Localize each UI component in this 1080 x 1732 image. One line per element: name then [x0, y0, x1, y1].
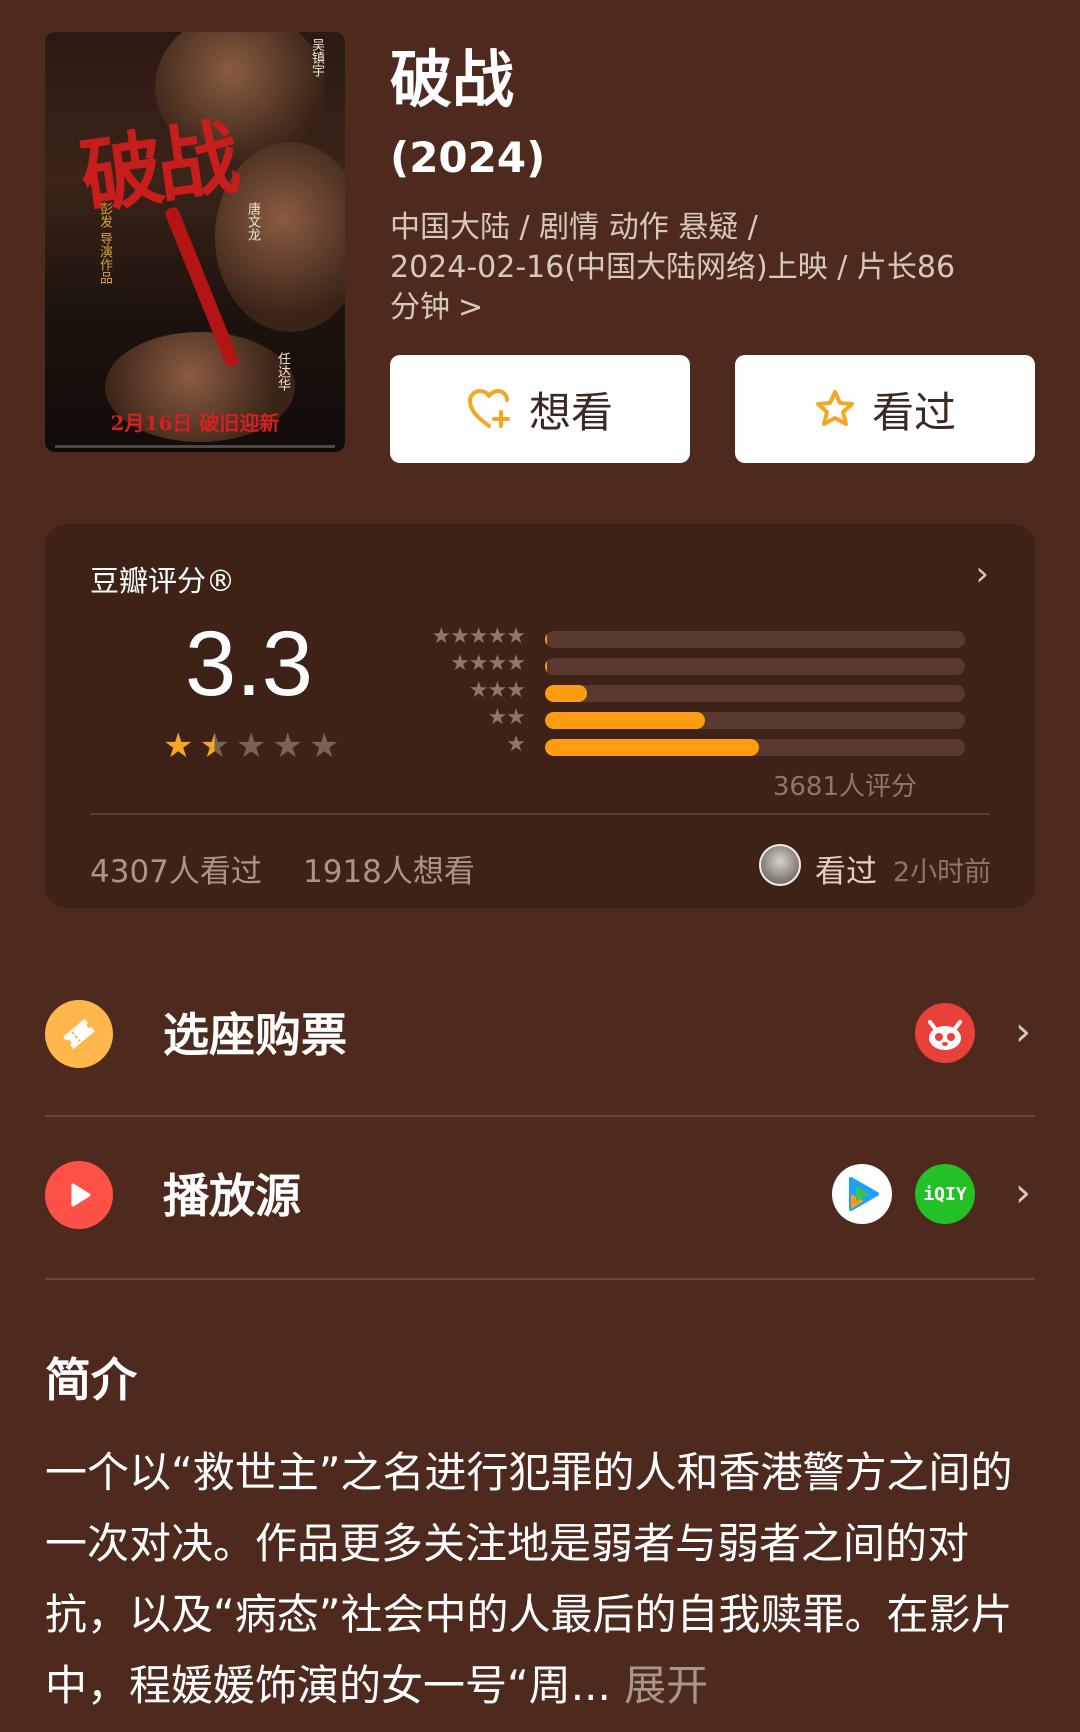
- avatar[interactable]: [759, 844, 801, 886]
- star-icon: ★: [199, 726, 230, 766]
- meta-line-1: 中国大陆 / 剧情 动作 悬疑 /: [390, 210, 758, 245]
- iqiyi-icon: iQIY: [915, 1164, 975, 1224]
- distribution-row-4: ★★★★: [375, 651, 965, 678]
- heart-plus-icon: [467, 388, 513, 430]
- star-level-label: ★: [506, 732, 526, 757]
- poster-cast-2: 唐文龙: [245, 202, 260, 241]
- movie-poster[interactable]: 破战 吴镇宇 唐文龙 任达华 彭发 导演作品 2月16日 破旧迎新: [45, 32, 345, 452]
- distribution-bar: [545, 685, 587, 702]
- chevron-right-icon[interactable]: ›: [975, 554, 989, 594]
- star-level-label: ★★★★: [450, 651, 526, 676]
- intro-title: 简介: [45, 1353, 137, 1407]
- rating-card-title: 豆瓣评分®: [90, 564, 236, 598]
- star-outline-icon: [814, 388, 856, 430]
- rating-score: 3.3: [185, 613, 313, 715]
- friend-time: 2小时前: [893, 857, 992, 888]
- maoyan-cat-icon: [915, 1003, 975, 1063]
- buy-tickets-label: 选座购票: [163, 1008, 347, 1062]
- distribution-row-5: ★★★★★: [375, 624, 965, 651]
- poster-release-text: 2月16日 破旧迎新: [110, 411, 280, 435]
- chevron-right-icon: >: [458, 290, 484, 325]
- chevron-right-icon: ›: [1015, 1009, 1031, 1055]
- rating-count: 3681人评分: [772, 772, 917, 802]
- play-sources-row[interactable]: 播放源 iQIY ›: [45, 1116, 1035, 1280]
- play-sources-label: 播放源: [163, 1169, 301, 1223]
- poster-cast-3: 任达华: [275, 352, 290, 391]
- distribution-bar: [545, 658, 548, 675]
- movie-title: 破战: [390, 43, 515, 116]
- distribution-row-2: ★★: [375, 705, 965, 732]
- wish-count[interactable]: 1918人想看: [303, 846, 475, 891]
- meta-line-3: 分钟: [390, 290, 450, 325]
- want-to-watch-button[interactable]: 想看: [390, 355, 690, 463]
- watched-count[interactable]: 4307人看过: [90, 846, 262, 891]
- distribution-bar: [545, 739, 760, 756]
- movie-meta[interactable]: 中国大陆 / 剧情 动作 悬疑 / 2024-02-16(中国大陆网络)上映 /…: [390, 208, 1030, 328]
- douban-rating-card[interactable]: 豆瓣评分® › 3.3 ★ ★ ★ ★ ★ ★★★★★ ★★★★ ★★★ ★★ …: [45, 524, 1035, 908]
- ticket-icon: [45, 1000, 113, 1068]
- rating-stars: ★ ★ ★ ★ ★: [163, 729, 339, 763]
- star-level-label: ★★★: [468, 678, 526, 703]
- want-to-watch-label: 想看: [528, 387, 613, 437]
- divider: [90, 813, 990, 815]
- friend-status: 看过: [815, 854, 877, 890]
- distribution-row-3: ★★★: [375, 678, 965, 705]
- intro-body: 一个以“救世主”之名进行犯罪的人和香港警方之间的一次对决。作品更多关注地是弱者与…: [45, 1448, 1013, 1710]
- buy-tickets-row[interactable]: 选座购票 ›: [45, 955, 1035, 1119]
- expand-link[interactable]: 展开: [624, 1661, 708, 1710]
- star-level-label: ★★★★★: [431, 624, 526, 649]
- star-icon: ★: [272, 726, 303, 766]
- play-icon: [45, 1161, 113, 1229]
- star-icon: ★: [308, 726, 340, 766]
- meta-line-2: 2024-02-16(中国大陆网络)上映 / 片长86: [390, 250, 956, 285]
- rating-distribution: ★★★★★ ★★★★ ★★★ ★★ ★: [375, 624, 965, 759]
- watched-button[interactable]: 看过: [735, 355, 1035, 463]
- poster-director-credit: 彭发 导演作品: [97, 202, 112, 285]
- star-icon: ★: [235, 726, 267, 766]
- movie-year: (2024): [390, 133, 546, 182]
- star-icon: ★: [163, 726, 194, 766]
- movie-detail-page: 破战 吴镇宇 唐文龙 任达华 彭发 导演作品 2月16日 破旧迎新 破战 (20…: [0, 0, 1080, 1732]
- distribution-row-1: ★: [375, 732, 965, 759]
- star-level-label: ★★: [487, 705, 526, 730]
- divider: [45, 1278, 1035, 1280]
- poster-cast-1: 吴镇宇: [309, 38, 324, 77]
- intro-text: 一个以“救世主”之名进行犯罪的人和香港警方之间的一次对决。作品更多关注地是弱者与…: [45, 1437, 1045, 1721]
- chevron-right-icon: ›: [1015, 1170, 1031, 1216]
- watched-label: 看过: [871, 387, 956, 437]
- distribution-bar: [545, 631, 548, 648]
- distribution-bar: [545, 712, 705, 729]
- tencent-video-icon: [832, 1164, 892, 1224]
